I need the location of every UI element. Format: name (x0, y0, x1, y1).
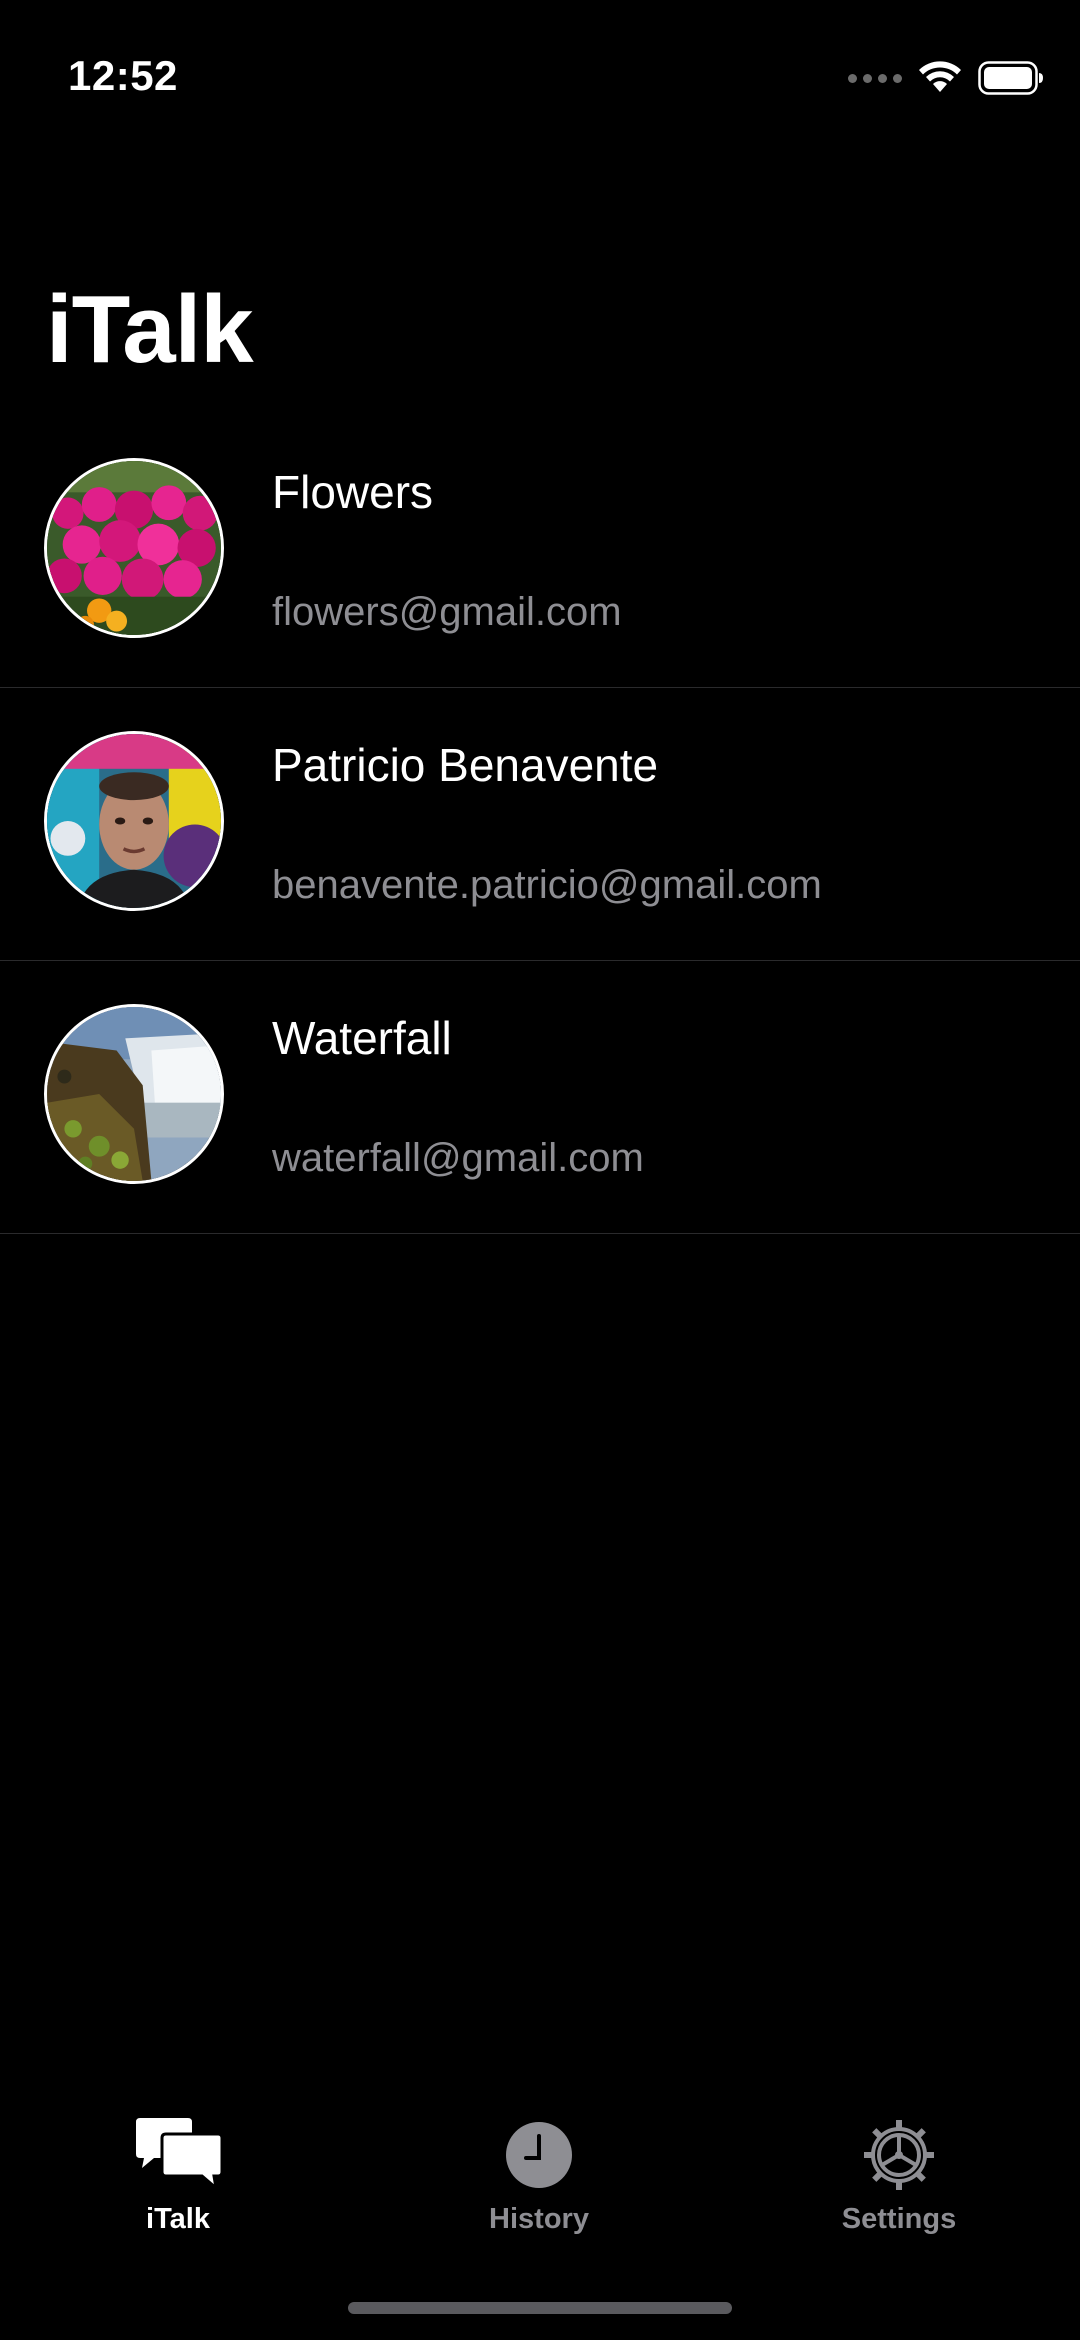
battery-icon (978, 61, 1043, 95)
clock-icon (489, 2115, 589, 2195)
gear-icon (849, 2115, 949, 2195)
contact-row-flowers[interactable]: Flowers flowers@gmail.com (0, 415, 1080, 688)
contact-email: benavente.patricio@gmail.com (272, 863, 822, 907)
tab-history[interactable]: History (439, 2115, 639, 2236)
avatar-flowers (44, 458, 224, 638)
contact-row-waterfall[interactable]: Waterfall waterfall@gmail.com (0, 961, 1080, 1234)
tab-label: iTalk (146, 2203, 210, 2235)
status-bar: 12:52 (0, 0, 1080, 150)
avatar-waterfall (44, 1004, 224, 1184)
contact-email: flowers@gmail.com (272, 590, 622, 634)
status-icons (848, 58, 1044, 98)
chat-bubbles-icon (128, 2115, 228, 2195)
contact-row-patricio-benavente[interactable]: Patricio Benavente benavente.patricio@gm… (0, 688, 1080, 961)
contact-name: Patricio Benavente (272, 739, 659, 791)
tab-label: History (489, 2203, 589, 2235)
tab-label: Settings (841, 2203, 957, 2235)
contact-email: waterfall@gmail.com (272, 1136, 644, 1180)
tab-italk[interactable]: iTalk (78, 2115, 278, 2236)
status-time: 12:52 (68, 52, 178, 99)
avatar-patricio-benavente (44, 731, 224, 911)
tab-settings[interactable]: Settings (799, 2115, 999, 2236)
contact-list: Flowers flowers@gmail.com Patricio Benav… (0, 415, 1080, 1234)
cellular-signal-icon (848, 73, 902, 83)
home-indicator[interactable] (348, 2302, 732, 2314)
tab-bar: iTalk History Settings (0, 2100, 1080, 2240)
wifi-icon (919, 61, 961, 92)
contact-name: Flowers (272, 466, 434, 518)
contact-name: Waterfall (272, 1012, 452, 1064)
page-title: iTalk (46, 276, 254, 383)
